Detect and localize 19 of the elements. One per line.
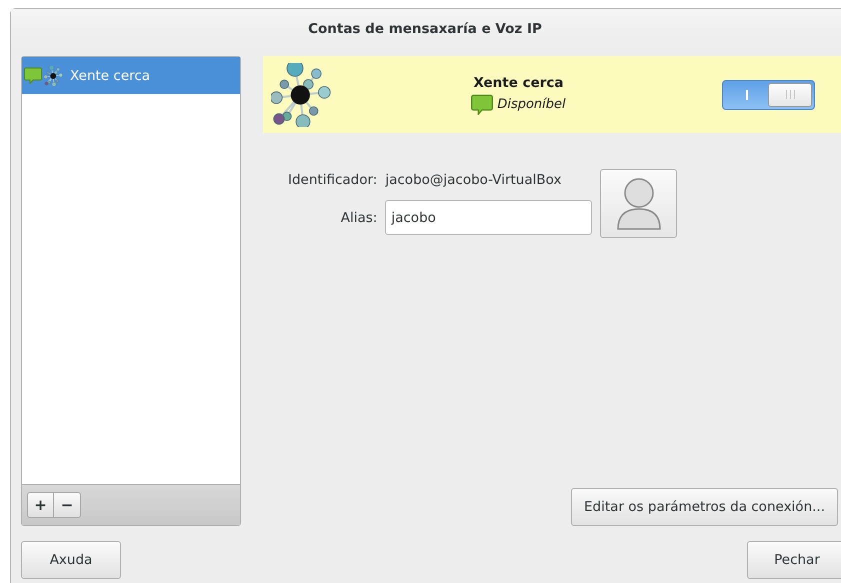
help-button[interactable]: Axuda bbox=[21, 541, 121, 579]
close-button[interactable]: Pechar bbox=[747, 541, 841, 579]
window-title: Contas de mensaxaría e Voz IP bbox=[308, 20, 542, 36]
avatar-button[interactable] bbox=[600, 169, 678, 238]
person-silhouette-icon bbox=[614, 176, 663, 232]
speech-bubble-icon bbox=[471, 94, 494, 114]
account-name: Xente cerca bbox=[473, 74, 564, 90]
toggle-knob[interactable] bbox=[768, 82, 812, 106]
status-text: Disponíbel bbox=[497, 96, 566, 112]
identifier-label: Identificador: bbox=[288, 172, 378, 188]
alias-label: Alias: bbox=[340, 210, 378, 226]
add-button[interactable]: + bbox=[27, 492, 54, 518]
identifier-value: jacobo@jacobo-VirtualBox bbox=[385, 172, 562, 188]
account-toggle[interactable] bbox=[722, 80, 815, 110]
alias-field[interactable]: jacobo bbox=[385, 200, 592, 235]
speech-bubble-icon bbox=[24, 67, 42, 84]
edit-connection-button[interactable]: Editar os parámetros da conexión... bbox=[571, 488, 838, 526]
network-icon bbox=[44, 66, 64, 86]
remove-button[interactable]: − bbox=[54, 492, 81, 518]
